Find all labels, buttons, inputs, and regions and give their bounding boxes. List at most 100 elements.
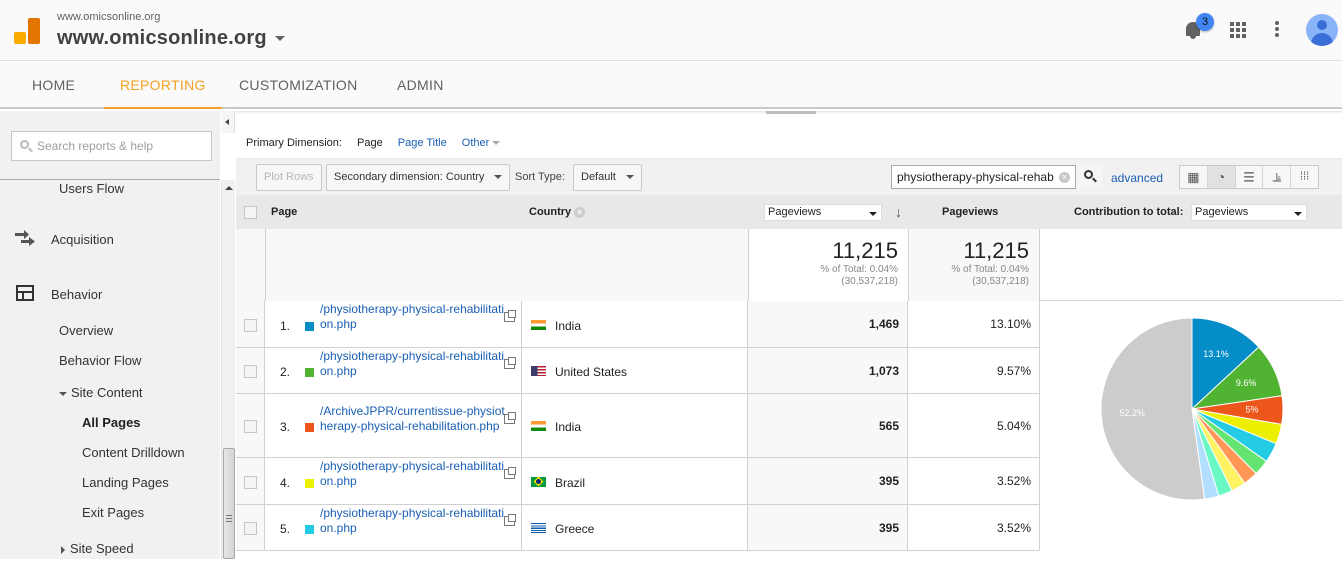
sidebar-item-content-drilldown[interactable]: Content Drilldown [82,445,185,460]
open-external-icon[interactable] [504,467,516,479]
flag-us-icon [531,366,546,376]
notification-count-badge[interactable]: 3 [1196,13,1214,31]
col-country[interactable]: Country × [529,206,586,218]
col-page[interactable]: Page [271,206,297,218]
primary-dimension-other[interactable]: Other [462,137,513,149]
page-link[interactable]: /physiotherapy-physical-rehabilitation.p… [320,459,505,489]
primary-dimension-bar: Primary Dimension: Page Page Title Other [246,137,524,149]
sidebar-item-users-flow[interactable]: Users Flow [59,181,124,196]
country-cell: United States [522,348,748,393]
chevron-down-icon [1294,212,1302,216]
comparison-view-button[interactable]: ⫡ [1263,166,1292,188]
other-label: Other [461,137,490,149]
tab-home[interactable]: HOME [32,62,75,109]
country-name[interactable]: India [555,319,581,333]
country-name[interactable]: Brazil [555,476,585,490]
row-checkbox[interactable] [244,476,257,489]
collapse-sidebar-button[interactable] [221,111,235,133]
series-color-swatch [305,525,314,534]
sidebar-item-site-content[interactable]: Site Content [59,385,143,400]
more-vert-icon[interactable] [1275,21,1279,39]
site-speed-label: Site Speed [70,541,134,556]
sidebar-item-all-pages[interactable]: All Pages [82,415,141,430]
chevron-down-icon [625,175,634,180]
pie-slice-11[interactable] [1100,317,1206,501]
clear-filter-icon[interactable]: × [1059,172,1070,183]
scroll-up-icon[interactable] [225,186,233,190]
open-external-icon[interactable] [504,514,516,526]
country-name[interactable]: India [555,420,581,434]
filter-input[interactable] [897,169,1057,185]
remove-dimension-icon[interactable]: × [574,206,586,218]
contribution-value: 13.10% [908,301,1040,347]
pie-view-button[interactable]: ◔ [1207,166,1236,188]
sidebar-item-behavior-flow[interactable]: Behavior Flow [59,353,141,368]
term-cloud-icon: ⁞⁞⁞ [1299,170,1310,183]
page-link[interactable]: /ArchiveJPPR/currentissue-physiotherapy-… [320,404,505,434]
sort-descending-icon[interactable]: ↓ [895,204,902,220]
page-link[interactable]: /physiotherapy-physical-rehabilitation.p… [320,506,505,536]
page-link[interactable]: /physiotherapy-physical-rehabilitation.p… [320,302,505,332]
sidebar-item-exit-pages[interactable]: Exit Pages [82,505,144,520]
sidebar-item-overview[interactable]: Overview [59,323,113,338]
open-external-icon[interactable] [504,357,516,369]
row-checkbox[interactable] [244,319,257,332]
search-input[interactable] [37,137,207,155]
sidebar-item-site-speed[interactable]: Site Speed [61,541,134,556]
analytics-logo-icon[interactable] [14,18,42,44]
sort-type-dropdown[interactable]: Default [573,164,642,191]
term-cloud-view-button[interactable]: ⁞⁞⁞ [1291,166,1318,188]
divider [265,229,266,301]
user-avatar[interactable] [1306,14,1338,46]
open-external-icon[interactable] [504,412,516,424]
row-checkbox[interactable] [244,420,257,433]
country-name[interactable]: United States [555,365,627,379]
totals-row: 11,215 % of Total: 0.04% (30,537,218) 11… [236,229,1342,301]
scrollbar-thumb[interactable] [223,448,235,559]
flag-brazil-icon [531,476,546,487]
performance-view-button[interactable]: ☰ [1236,166,1264,188]
tab-admin[interactable]: ADMIN [397,62,444,109]
behavior-icon [16,285,34,301]
sidebar-search[interactable] [11,131,212,161]
sidebar-item-behavior[interactable]: Behavior [51,287,102,302]
page-link[interactable]: /physiotherapy-physical-rehabilitation.p… [320,349,505,379]
resize-handle[interactable] [766,111,816,114]
main-nav: HOME REPORTING CUSTOMIZATION ADMIN [0,62,1342,109]
row-checkbox[interactable] [244,365,257,378]
search-icon [20,140,29,149]
metric-select[interactable]: Pageviews [764,204,882,221]
total-value: 11,215 [832,238,898,263]
country-name[interactable]: Greece [555,522,594,536]
country-label: Country [529,206,572,218]
apps-grid-icon[interactable] [1230,22,1246,38]
plot-rows-button[interactable]: Plot Rows [256,164,322,191]
sidebar-scrollbar[interactable] [221,180,235,559]
account-selector[interactable]: www.omicsonline.org [57,27,285,50]
primary-dimension-page[interactable]: Page [357,137,383,149]
open-external-icon[interactable] [504,310,516,322]
table-row: 3. /ArchiveJPPR/currentissue-physiothera… [236,394,1040,458]
sidebar-item-acquisition[interactable]: Acquisition [51,232,114,247]
account-url: www.omicsonline.org [57,11,161,23]
col-pageviews[interactable]: Pageviews [942,206,998,218]
chevron-down-icon [869,212,877,216]
expanded-caret-icon [59,391,67,396]
row-checkbox[interactable] [244,522,257,535]
country-cell: India [522,394,748,457]
sidebar: Users Flow Acquisition Behavior Overview… [0,111,220,559]
tab-customization[interactable]: CUSTOMIZATION [239,62,358,109]
contribution-select[interactable]: Pageviews [1191,204,1307,221]
pageviews-value: 1,073 [748,348,908,393]
secondary-dimension-dropdown[interactable]: Secondary dimension: Country [326,164,510,191]
contribution-value: 3.52% [908,505,1040,550]
tab-reporting[interactable]: REPORTING [104,62,222,109]
row-index: 5. [280,522,291,536]
data-table-view-button[interactable]: ▦ [1180,166,1208,188]
row-checkbox-cell [236,394,265,457]
filter-search-button[interactable] [1075,165,1103,189]
primary-dimension-page-title[interactable]: Page Title [398,137,447,149]
select-all-checkbox[interactable] [244,206,257,219]
sidebar-item-landing-pages[interactable]: Landing Pages [82,475,169,490]
advanced-filter-link[interactable]: advanced [1111,171,1163,185]
